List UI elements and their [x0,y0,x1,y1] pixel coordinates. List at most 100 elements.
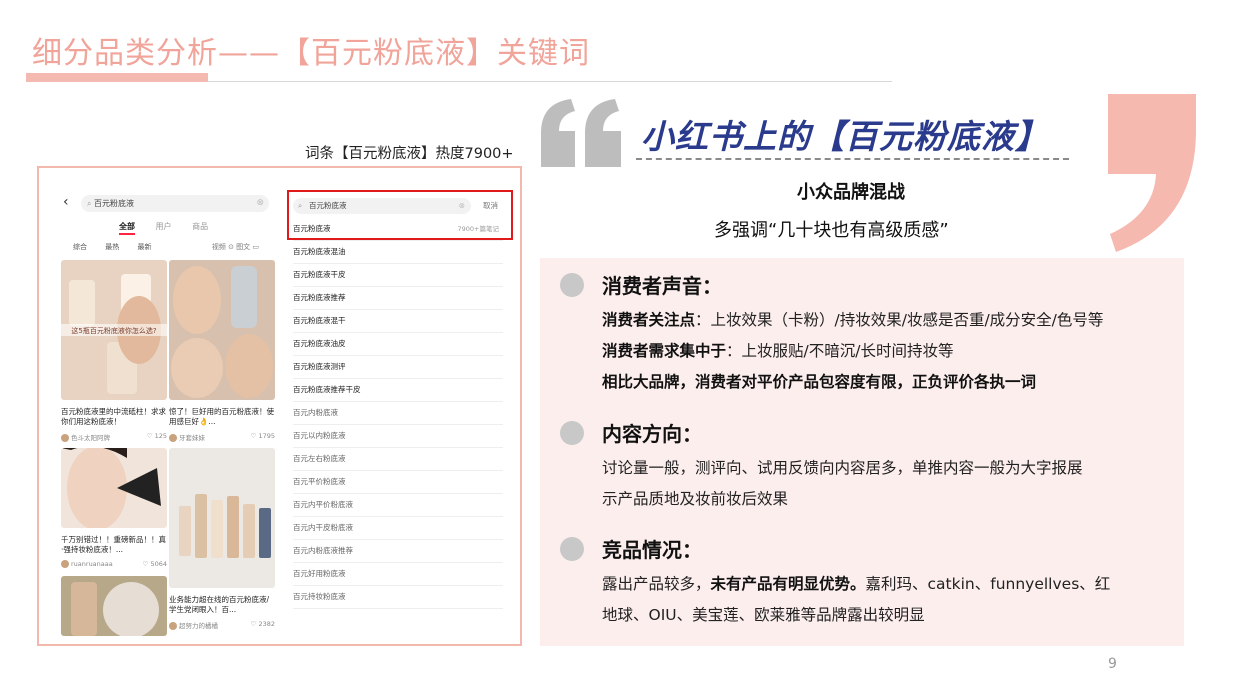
suggestion-label: 百元内粉底液 [293,408,338,417]
suggestion-item[interactable]: 百元粉底液测评 [293,356,503,379]
suggestion-item[interactable]: 百元粉底液混干 [293,310,503,333]
like-count-value: 125 [154,432,167,440]
like-count-value: 1795 [258,432,275,440]
bullet-dot [560,537,584,561]
avatar [169,622,177,630]
tab-users[interactable]: 用户 [156,222,172,231]
note-meta: 牙套妹妹 ♡ 1795 [169,432,275,442]
app-screenshot: ‹ ⌕ 百元粉底液 ⊗ 全部 用户 商品 综合 最热 最新 视频 ⊙ 图文 ▭ [37,166,522,646]
line-text: ：上妆服贴/不暗沉/长时间持妆等 [726,342,954,360]
title-accent-bar [26,73,208,82]
suggestion-label: 百元内干皮粉底液 [293,523,353,532]
like-count-value: 5064 [150,560,167,568]
suggestion-item[interactable]: 百元粉底液推荐 [293,287,503,310]
slide-title: 细分品类分析——【百元粉底液】关键词 [32,36,590,71]
tab-all[interactable]: 全部 [119,222,135,235]
suggestion-item[interactable]: 百元粉底液油皮 [293,333,503,356]
summary-subtitle: 小众品牌混战 [797,182,905,203]
sort-filter-bar: 综合 最热 最新 视频 ⊙ 图文 ▭ [73,242,275,252]
like-count: ♡ 125 [146,432,167,440]
note-card[interactable]: 业务能力超在线的百元粉底液/学生党闭眼入！百... 超努力的橘橘 ♡ 2382 [169,448,275,630]
bullet-dot [560,421,584,445]
search-results-panel: ‹ ⌕ 百元粉底液 ⊗ 全部 用户 商品 综合 最热 最新 视频 ⊙ 图文 ▭ [59,168,277,644]
filter-comprehensive[interactable]: 综合 [73,243,87,251]
section-line: 讨论量一般，测评向、试用反馈向内容居多，单推内容一般为大字报展 [602,459,1083,477]
note-image-overlay: 这5瓶百元粉底液你怎么选? [71,326,156,335]
suggestion-label: 百元粉底液推荐 [293,293,346,302]
suggestion-label: 百元粉底液混油 [293,247,346,256]
note-card[interactable]: 这5瓶百元粉底液你怎么选? 百元粉底液里的中流砥柱！求求你们用这粉底液！ 色斗太… [61,260,167,442]
search-icon: ⌕ [87,199,95,208]
suggestion-item[interactable]: 百元粉底液推荐干皮 [293,379,503,402]
suggestion-item[interactable]: 百元左右粉底液 [293,448,503,471]
title-divider [208,81,892,82]
like-count-value: 2382 [258,620,275,628]
suggestion-label: 百元以内粉底液 [293,431,346,440]
suggestion-label: 百元粉底液混干 [293,316,346,325]
suggestion-item[interactable]: 百元以内粉底液 [293,425,503,448]
suggestion-item[interactable]: 百元内粉底液推荐 [293,540,503,563]
tab-products[interactable]: 商品 [192,222,208,231]
suggestion-label: 百元好用粉底液 [293,569,346,578]
suggestion-label: 百元平价粉底液 [293,477,346,486]
section-line: 消费者关注点：上妆效果（卡粉）/持妆效果/妆感是否重/成分安全/色号等 [602,308,1103,330]
note-meta: ruanruanaaa ♡ 5064 [61,560,167,570]
headline-underline [636,158,1069,160]
suggestion-item[interactable]: 百元持妆粉底液 [293,586,503,609]
note-author: 色斗太阳阿牌 [71,434,110,442]
suggestion-list: 百元粉底液 7900+篇笔记 百元粉底液混油 百元粉底液干皮 百元粉底液推荐 百元粉底液混… [293,218,503,609]
suggestion-label: 百元粉底液推荐干皮 [293,385,361,394]
quote-open-icon [541,99,621,167]
line-bold: 消费者需求集中于 [602,342,727,360]
suggestion-item[interactable]: 百元平价粉底液 [293,471,503,494]
suggestion-item[interactable]: 百元内粉底液 [293,402,503,425]
clear-icon[interactable]: ⊗ [256,195,264,212]
suggestion-item[interactable]: 百元内干皮粉底液 [293,517,503,540]
highlight-box [287,190,513,240]
filter-media-type[interactable]: 视频 ⊙ 图文 ▭ [212,242,259,252]
section-line: 相比大品牌，消费者对平价产品包容度有限，正负评价各执一词 [602,370,1036,392]
suggestion-item[interactable]: 百元粉底液干皮 [293,264,503,287]
result-tabs: 全部 用户 商品 [119,221,226,235]
chevron-left-icon[interactable]: ‹ [63,194,69,210]
line-text: ：上妆效果（卡粉）/持妆效果/妆感是否重/成分安全/色号等 [695,311,1104,329]
avatar [61,560,69,568]
note-title: 惊了！巨好用的百元粉底液！使用感巨好👌... [169,407,274,426]
suggestion-item[interactable]: 百元粉底液混油 [293,241,503,264]
note-image [169,448,275,588]
note-image [61,576,167,638]
section-line: 消费者需求集中于：上妆服贴/不暗沉/长时间持妆等 [602,339,953,361]
note-image [61,446,167,530]
search-input[interactable]: ⌕ 百元粉底液 ⊗ [81,195,269,212]
bullet-dot [560,273,584,297]
like-count: ♡ 2382 [250,620,275,628]
filter-newest[interactable]: 最新 [137,243,151,251]
filter-hottest[interactable]: 最热 [105,243,119,251]
line-bold: 消费者关注点 [602,311,696,329]
summary-tagline: 多强调“几十块也有高级质感” [714,220,949,241]
note-card[interactable]: 千万别错过！！重磅新品！！真·强持妆粉底液！... ruanruanaaa ♡ … [61,446,167,570]
note-title: 千万别错过！！重磅新品！！真·强持妆粉底液！... [61,535,166,554]
note-meta: 超努力的橘橘 ♡ 2382 [169,620,275,630]
note-card[interactable]: 惊了！巨好用的百元粉底液！使用感巨好👌... 牙套妹妹 ♡ 1795 [169,260,275,442]
suggestion-label: 百元粉底液测评 [293,362,346,371]
suggestion-item[interactable]: 百元内平价粉底液 [293,494,503,517]
note-author: 牙套妹妹 [179,434,205,442]
suggestion-label: 百元内平价粉底液 [293,500,353,509]
suggestion-label: 百元持妆粉底液 [293,592,346,601]
quote-close-icon [1108,94,1196,252]
note-image: 这5瓶百元粉底液你怎么选? [61,260,167,400]
note-card[interactable] [61,576,167,640]
note-author: 超努力的橘橘 [179,622,218,630]
note-title: 业务能力超在线的百元粉底液/学生党闭眼入！百... [169,595,270,614]
line-bold: 未有产品有明显优势。 [710,575,866,593]
section-line: 地球、OIU、美宝莲、欧莱雅等品牌露出较明显 [602,606,925,624]
page-number: 9 [1108,656,1117,672]
section-line: 露出产品较多，未有产品有明显优势。嘉利玛、catkin、funnyellves、… [602,572,1110,594]
summary-headline: 小红书上的【百元粉底液】 [641,117,1049,156]
screenshot-caption: 词条【百元粉底液】热度7900+ [305,146,514,162]
note-author: ruanruanaaa [71,560,113,568]
line-text: 嘉利玛、catkin、funnyellves、红 [865,575,1111,593]
line-bold: 相比大品牌，消费者对平价产品包容度有限，正负评价各执一词 [602,373,1037,391]
suggestion-item[interactable]: 百元好用粉底液 [293,563,503,586]
